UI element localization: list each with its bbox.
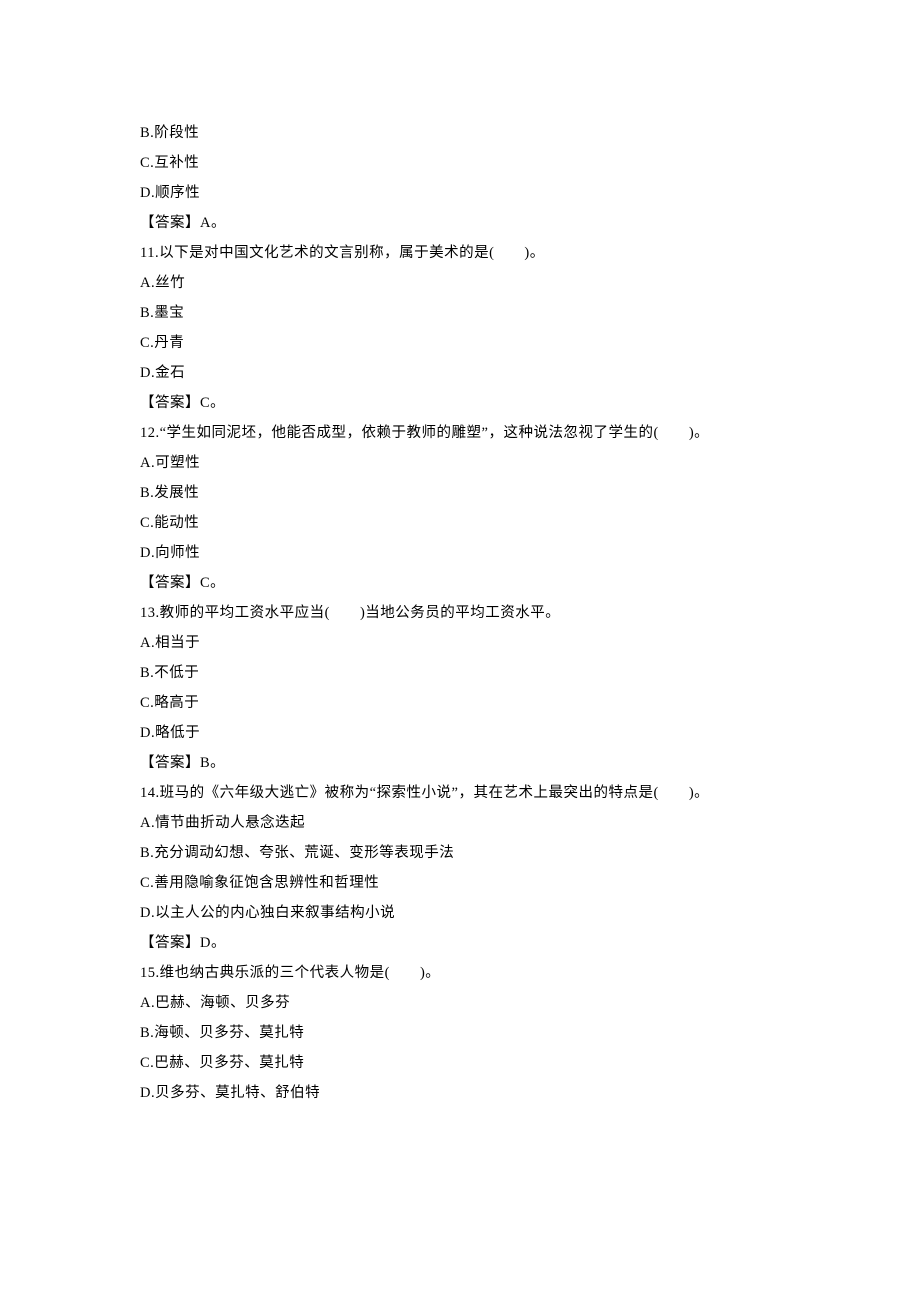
text-line: B.墨宝 (0, 298, 920, 328)
text-line: A.巴赫、海顿、贝多芬 (0, 988, 920, 1018)
text-line: 【答案】C。 (0, 568, 920, 598)
text-line: B.充分调动幻想、夸张、荒诞、变形等表现手法 (0, 838, 920, 868)
text-line: D.贝多芬、莫扎特、舒伯特 (0, 1078, 920, 1108)
text-line: 15.维也纳古典乐派的三个代表人物是( )。 (0, 958, 920, 988)
text-line: C.互补性 (0, 148, 920, 178)
text-line: 12.“学生如同泥坯，他能否成型，依赖于教师的雕塑”，这种说法忽视了学生的( )… (0, 418, 920, 448)
text-line: 【答案】D。 (0, 928, 920, 958)
text-line: C.丹青 (0, 328, 920, 358)
text-line: 13.教师的平均工资水平应当( )当地公务员的平均工资水平。 (0, 598, 920, 628)
text-line: C.略高于 (0, 688, 920, 718)
text-line: D.以主人公的内心独白来叙事结构小说 (0, 898, 920, 928)
text-line: B.海顿、贝多芬、莫扎特 (0, 1018, 920, 1048)
text-line: D.金石 (0, 358, 920, 388)
text-line: A.丝竹 (0, 268, 920, 298)
document-page: B.阶段性 C.互补性 D.顺序性 【答案】A。 11.以下是对中国文化艺术的文… (0, 0, 920, 1302)
text-line: C.能动性 (0, 508, 920, 538)
text-line: 【答案】C。 (0, 388, 920, 418)
text-line: C.善用隐喻象征饱含思辨性和哲理性 (0, 868, 920, 898)
text-line: 11.以下是对中国文化艺术的文言别称，属于美术的是( )。 (0, 238, 920, 268)
text-line: D.顺序性 (0, 178, 920, 208)
text-line: B.阶段性 (0, 118, 920, 148)
text-line: C.巴赫、贝多芬、莫扎特 (0, 1048, 920, 1078)
text-line: 14.班马的《六年级大逃亡》被称为“探索性小说”，其在艺术上最突出的特点是( )… (0, 778, 920, 808)
text-line: 【答案】B。 (0, 748, 920, 778)
text-line: D.略低于 (0, 718, 920, 748)
text-line: D.向师性 (0, 538, 920, 568)
text-line: A.可塑性 (0, 448, 920, 478)
text-line: A.相当于 (0, 628, 920, 658)
text-line: B.发展性 (0, 478, 920, 508)
text-line: 【答案】A。 (0, 208, 920, 238)
text-line: B.不低于 (0, 658, 920, 688)
text-line: A.情节曲折动人悬念迭起 (0, 808, 920, 838)
